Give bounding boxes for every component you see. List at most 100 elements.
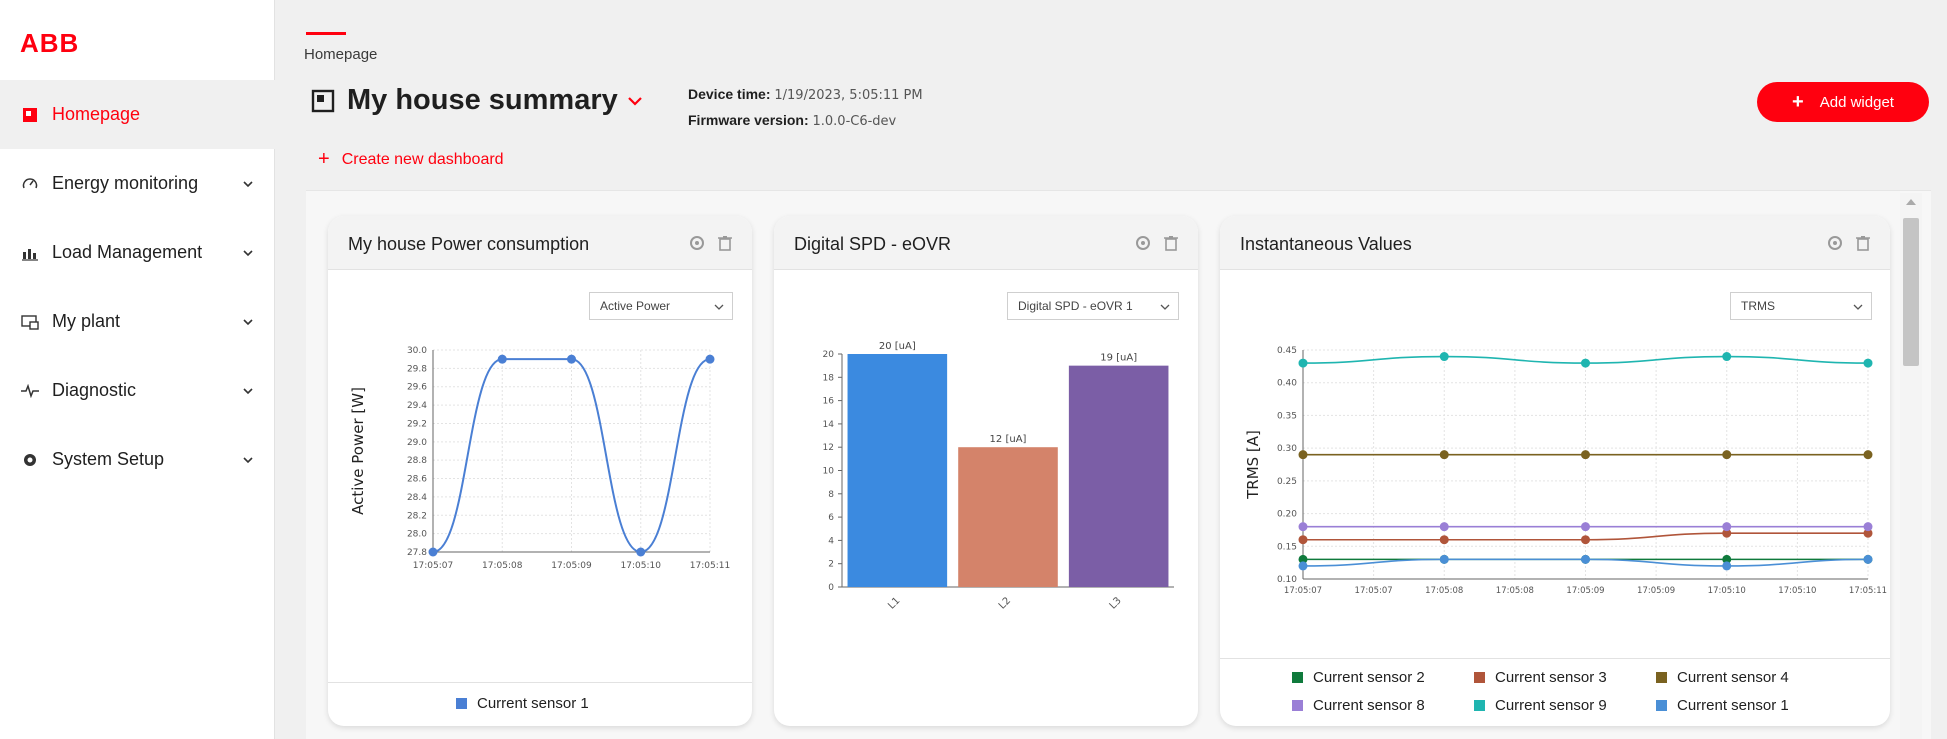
y-tick-label: 16	[823, 397, 835, 407]
chevron-down-icon	[714, 304, 724, 310]
y-tick-label: 28.6	[407, 475, 427, 485]
y-tick-label: 12	[823, 443, 834, 453]
data-point	[1581, 522, 1590, 532]
data-point	[1863, 554, 1873, 564]
y-tick-label: 29.4	[407, 401, 427, 411]
sidebar-item-label: Homepage	[52, 104, 141, 124]
widget-header: Instantaneous Values	[1220, 216, 1890, 270]
y-tick-label: 0.30	[1277, 444, 1297, 454]
widget-tools	[688, 234, 734, 252]
firmware-value: 1.0.0-C6-dev	[812, 114, 897, 129]
legend-label: Current sensor 2	[1313, 669, 1425, 686]
data-point	[1722, 450, 1732, 460]
y-tick-label: 28.0	[407, 530, 427, 540]
bar	[958, 447, 1058, 587]
sidebar-item-label: Load Management	[52, 242, 203, 262]
device-time-label: Device time:	[688, 86, 771, 102]
create-dashboard-link[interactable]: + Create new dashboard	[318, 148, 504, 171]
main-content: Homepage My house summary Device time: 1…	[276, 0, 1947, 739]
y-tick-label: 6	[828, 513, 834, 523]
legend-item[interactable]: Current sensor 1	[1656, 697, 1789, 714]
legend-item[interactable]: Current sensor 4	[1656, 669, 1789, 686]
trash-icon[interactable]	[716, 234, 734, 252]
sidebar-item-my-plant[interactable]: My plant	[0, 287, 275, 356]
legend-item[interactable]: Current sensor 9	[1474, 697, 1607, 714]
y-tick-label: 0.35	[1277, 411, 1297, 421]
bar	[1068, 365, 1169, 587]
scroll-thumb[interactable]	[1903, 218, 1919, 366]
legend-item[interactable]: Current sensor 3	[1474, 669, 1607, 686]
sidebar-item-system-setup[interactable]: System Setup	[0, 425, 275, 494]
legend-item[interactable]: Current sensor 1	[456, 695, 589, 712]
sidebar-item-load-management[interactable]: Load Management	[0, 218, 275, 287]
y-tick-label: 10	[823, 467, 835, 477]
x-tick-label: 17:05:11	[690, 561, 730, 571]
data-point	[1439, 554, 1449, 564]
data-point	[497, 354, 507, 364]
widget-title: Instantaneous Values	[1240, 234, 1412, 254]
data-point	[636, 547, 646, 557]
data-point	[705, 354, 715, 364]
legend-swatch	[456, 698, 467, 709]
y-tick-label: 27.8	[407, 548, 427, 558]
x-tick-label: L2	[997, 595, 1013, 611]
bar	[847, 354, 948, 587]
y-axis-label: Active Power [W]	[349, 387, 367, 515]
chevron-down-icon[interactable]	[626, 92, 644, 110]
widget-header: Digital SPD - eOVR	[774, 216, 1198, 270]
y-tick-label: 28.4	[407, 493, 427, 503]
data-point	[1298, 358, 1308, 368]
y-tick-label: 30.0	[407, 346, 427, 356]
widget-digital-spd: Digital SPD - eOVR Digital SPD - eOVR 1 …	[774, 216, 1198, 726]
scroll-up-arrow-icon[interactable]	[1906, 199, 1916, 205]
sidebar-item-energy-monitoring[interactable]: Energy monitoring	[0, 149, 275, 218]
x-tick-label: 17:05:10	[1708, 586, 1746, 596]
data-point	[1581, 535, 1590, 545]
data-point	[1298, 450, 1308, 460]
settings-icon[interactable]	[1826, 234, 1844, 252]
firmware-label: Firmware version:	[688, 112, 809, 128]
y-tick-label: 0.15	[1277, 542, 1297, 552]
data-point	[567, 354, 576, 364]
sidebar-item-diagnostic[interactable]: Diagnostic	[0, 356, 275, 425]
sidebar-item-homepage[interactable]: Homepage	[0, 80, 275, 149]
chevron-down-icon	[243, 387, 253, 394]
dashboard-title-row[interactable]: My house summary	[311, 84, 644, 117]
y-tick-label: 28.8	[407, 456, 427, 466]
data-point	[1439, 450, 1449, 460]
legend-item[interactable]: Current sensor 2	[1292, 669, 1425, 686]
scrollbar[interactable]	[1900, 193, 1922, 739]
sidebar-item-label: Diagnostic	[52, 380, 137, 400]
settings-icon[interactable]	[1134, 234, 1152, 252]
y-tick-label: 0.20	[1277, 510, 1297, 520]
create-dashboard-label: Create new dashboard	[341, 150, 504, 168]
legend-label: Current sensor 8	[1313, 697, 1425, 714]
y-tick-label: 0.10	[1277, 575, 1297, 585]
breadcrumb[interactable]: Homepage	[304, 46, 377, 63]
y-tick-label: 14	[823, 420, 835, 430]
trash-icon[interactable]	[1854, 234, 1872, 252]
add-widget-button[interactable]: + Add widget	[1757, 82, 1929, 122]
trash-icon[interactable]	[1162, 234, 1180, 252]
measure-select-value: Active Power	[600, 299, 671, 313]
abb-logo[interactable]: ABB	[20, 28, 79, 59]
settings-icon[interactable]	[688, 234, 706, 252]
data-point	[1863, 450, 1873, 460]
sidebar-item-label: Energy monitoring	[52, 173, 199, 193]
x-tick-label: 17:05:08	[1425, 586, 1463, 596]
y-tick-label: 8	[828, 490, 834, 500]
instantaneous-line-chart: 0.10 0.15 0.20 0.25 0.30 0.35 0.40 0.45 17:05:07…	[1244, 346, 1887, 596]
legend-label: Current sensor 1	[477, 695, 589, 712]
widget-title: Digital SPD - eOVR	[794, 234, 952, 254]
legend-item[interactable]: Current sensor 8	[1292, 697, 1425, 714]
plant-icon	[20, 312, 40, 332]
y-tick-label: 0	[828, 583, 834, 593]
data-point	[1298, 561, 1308, 571]
x-tick-label: 17:05:09	[551, 561, 592, 571]
chevron-down-icon	[243, 318, 253, 325]
x-tick-label: 17:05:07	[1355, 586, 1393, 596]
homepage-icon	[20, 105, 40, 125]
widget-instantaneous-values: Instantaneous Values TRMS 0.10 0.15 0.20 0.…	[1220, 216, 1890, 726]
data-point	[1581, 358, 1590, 368]
breadcrumb-accent	[306, 32, 346, 35]
